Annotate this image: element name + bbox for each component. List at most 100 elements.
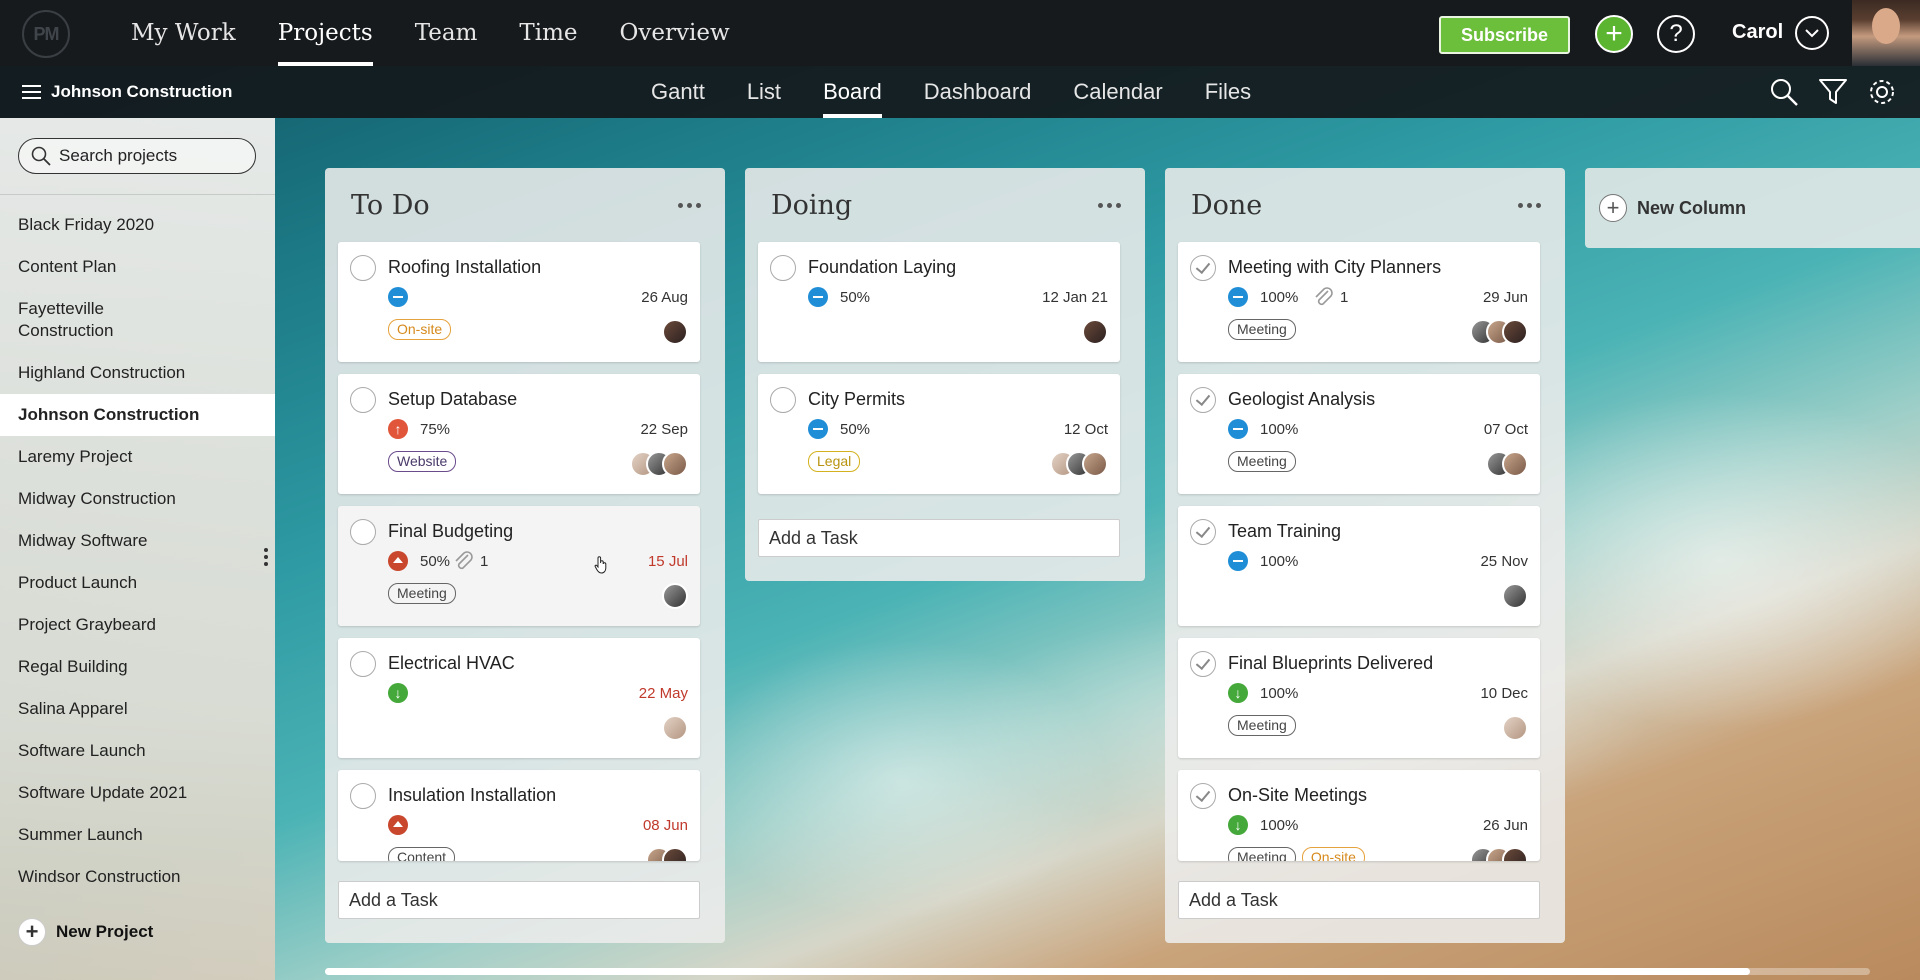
search-icon (31, 146, 51, 166)
avatar[interactable] (662, 715, 688, 741)
sidebar-item-software-launch[interactable]: Software Launch (0, 730, 275, 772)
kebab-icon[interactable] (263, 548, 269, 570)
sidebar-item-salina-apparel[interactable]: Salina Apparel (0, 688, 275, 730)
tab-files[interactable]: Files (1184, 66, 1272, 118)
task-card[interactable]: City Permits 50% 12 Oct Legal (758, 374, 1120, 494)
user-name[interactable]: Carol (1732, 21, 1783, 44)
subscribe-button[interactable]: Subscribe (1439, 16, 1570, 54)
sidebar-item-midway-software[interactable]: Midway Software (0, 520, 275, 562)
tag-badge[interactable]: Meeting (1228, 847, 1296, 861)
column-menu-icon[interactable] (1518, 202, 1541, 208)
task-complete-checkbox[interactable] (770, 387, 796, 413)
tag-badge[interactable]: Meeting (1228, 715, 1296, 736)
chevron-down-icon[interactable] (1795, 16, 1829, 50)
avatar[interactable] (1502, 715, 1528, 741)
tag-badge[interactable]: Meeting (1228, 319, 1296, 340)
sidebar-item-fayetteville-construction[interactable]: Fayetteville Construction (0, 288, 150, 352)
sidebar-item-windsor-construction[interactable]: Windsor Construction (0, 856, 275, 898)
task-card[interactable]: Final Blueprints Delivered 100% 10 Dec Meet… (1178, 638, 1540, 758)
task-complete-checkbox[interactable] (350, 387, 376, 413)
sidebar-item-software-update-2021[interactable]: Software Update 2021 (0, 772, 275, 814)
tag-badge[interactable]: On-site (1301, 847, 1365, 861)
task-card[interactable]: Team Training 100% 25 Nov (1178, 506, 1540, 626)
search-projects-box[interactable] (18, 138, 256, 174)
sidebar-item-midway-construction[interactable]: Midway Construction (0, 478, 275, 520)
avatar[interactable] (1502, 847, 1528, 861)
avatar[interactable] (662, 583, 688, 609)
avatar[interactable] (662, 451, 688, 477)
nav-my-work[interactable]: My Work (110, 0, 257, 66)
add-task-button[interactable]: Add a Task (758, 519, 1120, 557)
column-menu-icon[interactable] (678, 202, 701, 208)
task-complete-checkbox[interactable] (1190, 387, 1216, 413)
task-card[interactable]: Setup Database 75% 22 Sep Website (338, 374, 700, 494)
gear-icon[interactable] (1866, 76, 1898, 108)
task-card[interactable]: On-Site Meetings 100% 26 Jun Meeting On-site (1178, 770, 1540, 861)
tab-calendar[interactable]: Calendar (1052, 66, 1183, 118)
tab-list[interactable]: List (726, 66, 802, 118)
task-card[interactable]: Insulation Installation 08 Jun Content (338, 770, 700, 861)
task-complete-checkbox[interactable] (770, 255, 796, 281)
avatar[interactable] (1082, 451, 1108, 477)
avatar[interactable] (1502, 319, 1528, 345)
task-complete-checkbox[interactable] (350, 651, 376, 677)
search-input[interactable] (59, 146, 239, 166)
tab-dashboard[interactable]: Dashboard (903, 66, 1053, 118)
sidebar-item-content-plan[interactable]: Content Plan (0, 246, 275, 288)
sidebar-item-project-graybeard[interactable]: Project Graybeard (0, 604, 275, 646)
task-card[interactable]: Meeting with City Planners 100% 1 29 Jun Mee… (1178, 242, 1540, 362)
task-card[interactable]: Geologist Analysis 100% 07 Oct Meeting (1178, 374, 1540, 494)
sidebar-item-product-launch[interactable]: Product Launch (0, 562, 275, 604)
task-complete-checkbox[interactable] (350, 783, 376, 809)
help-icon[interactable]: ? (1657, 15, 1695, 53)
task-complete-checkbox[interactable] (1190, 519, 1216, 545)
avatar[interactable] (662, 319, 688, 345)
task-card[interactable]: Electrical HVAC 22 May (338, 638, 700, 758)
sidebar-item-johnson-construction[interactable]: Johnson Construction (0, 394, 275, 436)
nav-team[interactable]: Team (394, 0, 499, 66)
column-menu-icon[interactable] (1098, 202, 1121, 208)
task-card[interactable]: Foundation Laying 50% 12 Jan 21 (758, 242, 1120, 362)
horizontal-scrollbar[interactable] (325, 968, 1870, 975)
tag-badge[interactable]: Content (388, 847, 456, 861)
tag-badge[interactable]: Legal (808, 451, 861, 472)
avatar[interactable] (1082, 319, 1108, 345)
avatar[interactable] (662, 847, 688, 861)
tag-badge[interactable]: Meeting (1228, 451, 1296, 472)
task-card[interactable]: Final Budgeting 50% 1 15 Jul Meeting (338, 506, 700, 626)
search-icon[interactable] (1768, 76, 1800, 108)
tag-badge[interactable]: Website (388, 451, 457, 472)
tag-badge[interactable]: Meeting (388, 583, 456, 604)
task-complete-checkbox[interactable] (1190, 651, 1216, 677)
nav-time[interactable]: Time (498, 0, 598, 66)
avatar[interactable] (1502, 583, 1528, 609)
sidebar-item-highland-construction[interactable]: Highland Construction (0, 352, 275, 394)
task-complete-checkbox[interactable] (350, 519, 376, 545)
add-task-button[interactable]: Add a Task (1178, 881, 1540, 919)
sidebar-item-summer-launch[interactable]: Summer Launch (0, 814, 275, 856)
add-task-button[interactable]: Add a Task (338, 881, 700, 919)
tab-board[interactable]: Board (802, 66, 903, 118)
column-title: Doing (771, 189, 853, 221)
task-progress: 100% (1260, 817, 1299, 834)
nav-projects[interactable]: Projects (257, 0, 394, 66)
task-complete-checkbox[interactable] (1190, 783, 1216, 809)
avatar[interactable] (1852, 0, 1920, 66)
task-complete-checkbox[interactable] (350, 255, 376, 281)
sidebar-item-laremy-project[interactable]: Laremy Project (0, 436, 275, 478)
nav-overview[interactable]: Overview (599, 0, 751, 66)
task-card[interactable]: Roofing Installation 26 Aug On-site (338, 242, 700, 362)
tab-gantt[interactable]: Gantt (630, 66, 726, 118)
filter-icon[interactable] (1817, 76, 1849, 108)
add-new-icon[interactable]: + (1595, 15, 1633, 53)
task-complete-checkbox[interactable] (1190, 255, 1216, 281)
new-project-button[interactable]: + New Project (18, 918, 153, 946)
sidebar-item-black-friday-2020[interactable]: Black Friday 2020 (0, 204, 275, 246)
avatar[interactable] (1502, 451, 1528, 477)
app-logo[interactable]: PM (22, 10, 70, 58)
scrollbar-thumb[interactable] (325, 968, 1750, 975)
tag-badge[interactable]: On-site (388, 319, 452, 340)
new-column-button[interactable]: + New Column (1585, 168, 1920, 248)
hamburger-icon[interactable] (22, 85, 41, 99)
sidebar-item-regal-building[interactable]: Regal Building (0, 646, 275, 688)
